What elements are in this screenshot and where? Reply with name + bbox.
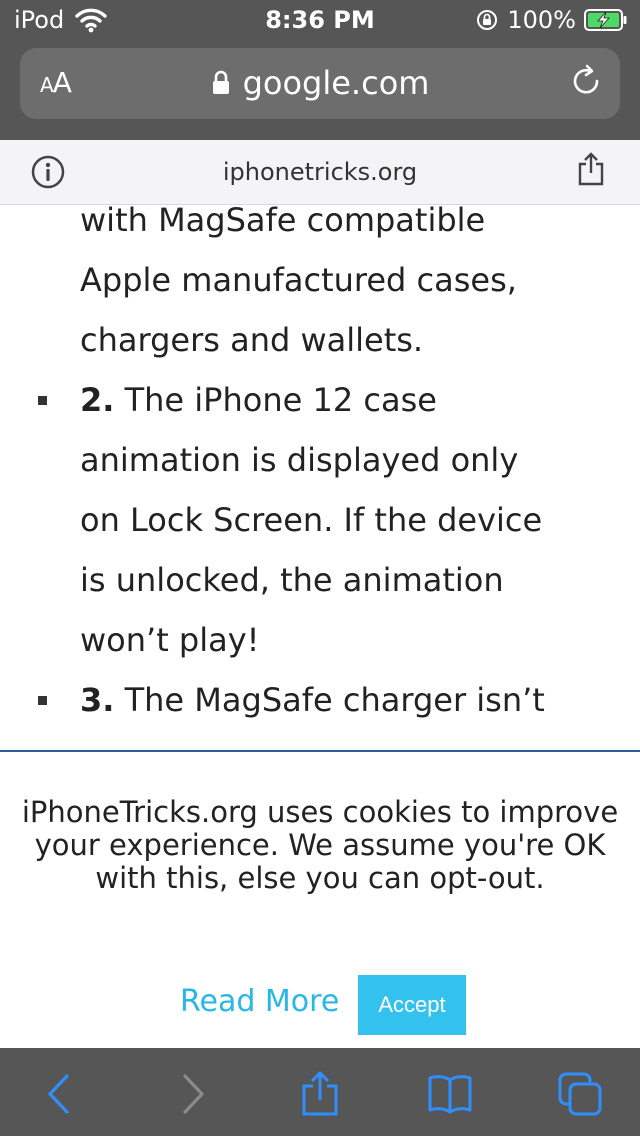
site-name: iphonetricks.org (222, 158, 418, 186)
bullet (38, 396, 47, 405)
continued-item: with MagSafe compatible Apple manufactur… (0, 190, 640, 370)
site-bar: iphonetricks.org (0, 140, 640, 205)
article-inner: with MagSafe compatible Apple manufactur… (0, 190, 640, 730)
lock-icon (212, 70, 229, 94)
list-item: 3. The MagSafe charger isn’t (0, 670, 640, 730)
bookmarks-icon[interactable] (426, 1070, 474, 1118)
text-line: animation is displayed only (80, 441, 519, 479)
browser-screen: iPod 8:36 PM 100% AA google.com iphonetr… (0, 0, 640, 1136)
url-text: google.com (242, 64, 430, 102)
browser-top-chrome: iPod 8:36 PM 100% AA google.com (0, 0, 640, 140)
text-line: chargers and wallets. (80, 321, 424, 359)
share-icon[interactable] (296, 1070, 344, 1118)
article-content: with MagSafe compatible Apple manufactur… (0, 190, 640, 750)
text-line: 3. The MagSafe charger isn’t (80, 670, 602, 730)
item-text: The iPhone 12 case (124, 381, 437, 419)
item-text: The MagSafe charger isn’t (124, 681, 545, 719)
read-more-link[interactable]: Read More (180, 984, 339, 1019)
bottom-toolbar (0, 1048, 640, 1136)
banner-divider (0, 750, 640, 752)
cookie-message: iPhoneTricks.org uses cookies to improve… (21, 795, 619, 895)
reload-icon[interactable] (566, 62, 606, 102)
item-number: 3. (80, 681, 115, 719)
battery-charging-icon (584, 9, 627, 31)
text-line: Apple manufactured cases, (80, 261, 517, 299)
text-line: won’t play! (80, 621, 260, 659)
status-bar: iPod 8:36 PM 100% (0, 0, 640, 40)
address-bar[interactable]: AA google.com (20, 48, 620, 119)
text-line: on Lock Screen. If the device (80, 501, 543, 539)
status-right: 100% (475, 6, 628, 34)
item-number: 2. (80, 381, 115, 419)
back-icon[interactable] (36, 1070, 84, 1118)
text-line: 2. The iPhone 12 case (80, 370, 602, 430)
tabs-icon[interactable] (556, 1070, 604, 1118)
list-item: 2. The iPhone 12 case animation is displ… (0, 370, 640, 670)
forward-icon[interactable] (168, 1070, 216, 1118)
text-line: is unlocked, the animation (80, 561, 504, 599)
url-display[interactable]: google.com (20, 64, 620, 102)
share-icon[interactable] (576, 151, 606, 187)
cookie-banner: iPhoneTricks.org uses cookies to improve… (0, 752, 640, 1048)
bullet (38, 696, 47, 705)
battery-percent: 100% (507, 6, 576, 34)
rotation-lock-icon (477, 10, 498, 30)
accept-button[interactable]: Accept (358, 975, 466, 1035)
